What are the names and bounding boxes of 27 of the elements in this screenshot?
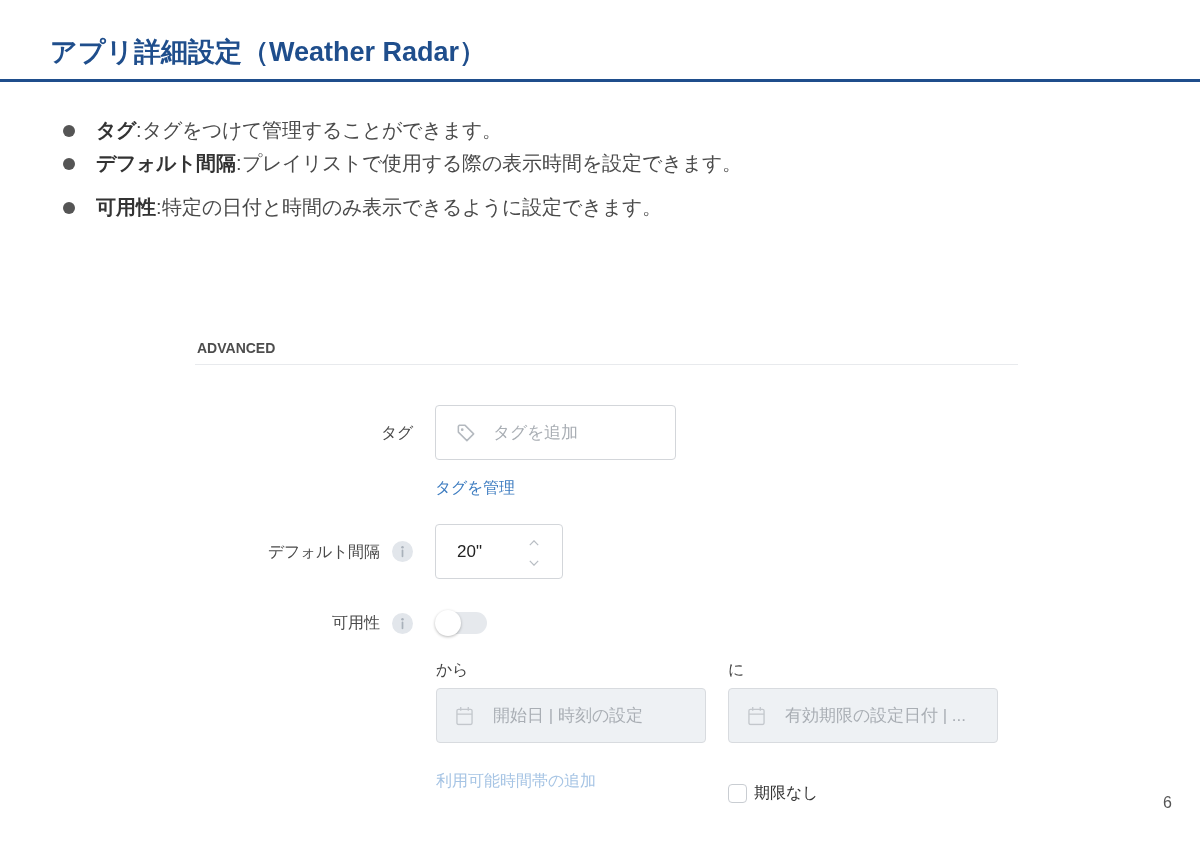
tag-icon bbox=[457, 423, 475, 442]
availability-toggle[interactable] bbox=[435, 610, 487, 636]
bullet-text: 可用性:特定の日付と時間のみ表示できるように設定できます。 bbox=[96, 195, 662, 220]
slide-title: アプリ詳細設定（Weather Radar） bbox=[50, 36, 487, 69]
manage-tags-link[interactable]: タグを管理 bbox=[435, 478, 515, 498]
field-label: デフォルト間隔 bbox=[268, 541, 380, 562]
tag-input-field[interactable]: タグを追加 bbox=[435, 405, 676, 460]
section-title: ADVANCED bbox=[197, 339, 276, 358]
field-label: 可用性 bbox=[332, 613, 380, 633]
no-expiry-checkbox[interactable] bbox=[728, 783, 747, 803]
calendar-icon bbox=[456, 706, 473, 725]
chevron-down-icon[interactable] bbox=[529, 560, 539, 566]
bullet-icon bbox=[63, 201, 75, 214]
bullet-text: タグ:タグをつけて管理することができます。 bbox=[96, 118, 502, 143]
chevron-up-icon[interactable] bbox=[529, 540, 539, 546]
date-label: に bbox=[728, 660, 744, 680]
info-icon[interactable] bbox=[392, 541, 413, 562]
bullet-icon bbox=[63, 124, 75, 137]
page-number: 6 bbox=[1163, 793, 1172, 813]
calendar-icon bbox=[748, 706, 765, 725]
info-icon[interactable] bbox=[392, 612, 413, 634]
bullet-text: デフォルト間隔:プレイリストで使用する際の表示時間を設定できます。 bbox=[96, 151, 742, 176]
checkbox-label: 期限なし bbox=[754, 783, 818, 803]
field-label: タグ bbox=[381, 422, 413, 443]
interval-input-field[interactable]: 20" bbox=[435, 524, 563, 579]
date-label: から bbox=[436, 660, 468, 680]
bullet-icon bbox=[63, 157, 75, 170]
